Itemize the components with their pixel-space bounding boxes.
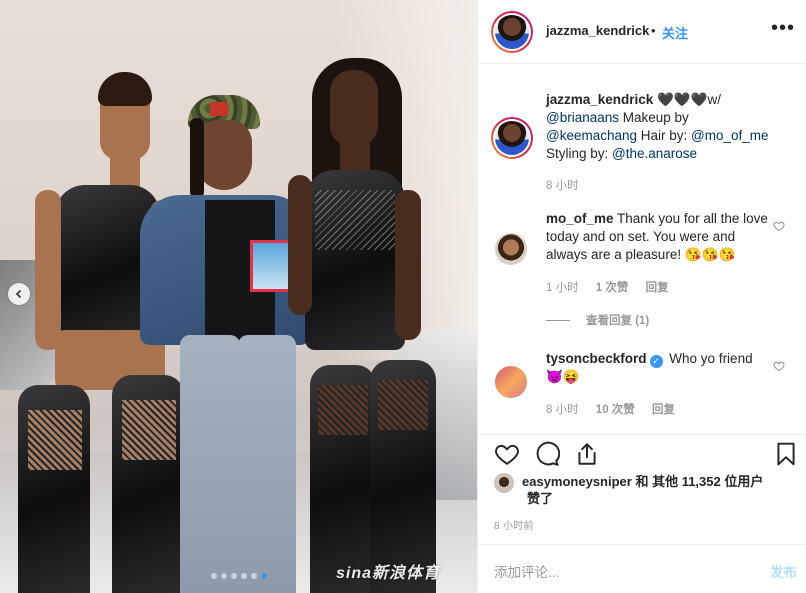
heart-icon[interactable]	[773, 220, 785, 232]
liker-username[interactable]: easymoneysniper	[522, 474, 632, 489]
caption-hearts: 🖤🖤🖤	[657, 92, 708, 107]
avatar	[495, 121, 529, 155]
reply-button[interactable]: 回复	[652, 404, 675, 416]
comment-meta: 1 小时 1 次赞 回复	[546, 279, 683, 295]
likes-line-2: 赞了	[527, 491, 554, 506]
mention-link[interactable]: @keemachang	[546, 128, 637, 143]
carousel-dot	[250, 573, 257, 579]
heart-icon[interactable]	[773, 360, 785, 372]
caption-meta: 8 小时	[546, 177, 593, 193]
comment-time: 1 小时	[546, 282, 579, 294]
carousel-dot	[240, 573, 247, 579]
carousel-dot	[230, 573, 237, 579]
comment-likes[interactable]: 1 次赞	[596, 282, 629, 294]
author-avatar-ring[interactable]	[491, 11, 533, 53]
likes-text: 和 其他	[631, 474, 682, 489]
share-icon[interactable]	[574, 441, 600, 467]
caption-time: 8 小时	[546, 180, 579, 192]
author-username[interactable]: jazzma_kendrick	[546, 23, 649, 38]
view-replies-label: 查看回复 (1)	[586, 315, 650, 327]
carousel-dot	[220, 573, 227, 579]
likes-line-1: easymoneysniper 和 其他 11,352 位用户	[522, 473, 763, 491]
mention-link[interactable]: @mo_of_me	[691, 128, 769, 143]
reply-button[interactable]: 回复	[646, 282, 669, 294]
separator-dot: •	[651, 23, 656, 38]
comment-text: mo_of_me Thank you for all the love toda…	[546, 210, 774, 264]
mention-link[interactable]: @brianaans	[546, 110, 619, 125]
add-comment-bar: 添加评论... 发布	[478, 544, 806, 593]
likes-count[interactable]: 11,352	[682, 474, 721, 489]
post-header: jazzma_kendrick • 关注 •••	[478, 0, 806, 64]
post-comment-button[interactable]: 发布	[770, 561, 797, 581]
avatar	[495, 15, 529, 49]
avatar[interactable]	[494, 473, 514, 493]
follow-button[interactable]: 关注	[662, 23, 688, 42]
avatar[interactable]	[495, 366, 527, 398]
comment-emoji: 😘😘😘	[684, 247, 736, 262]
comment-likes[interactable]: 10 次赞	[596, 404, 635, 416]
comment-text: tysoncbeckford ✓ Who yo friend 😈😝	[546, 350, 774, 386]
comment-body: Who yo friend	[669, 351, 753, 366]
carousel-dot	[210, 573, 217, 579]
post-photo[interactable]: sina新浪体育	[0, 0, 477, 593]
caption-username[interactable]: jazzma_kendrick	[546, 92, 653, 107]
likes-text: 位用户	[720, 474, 764, 489]
caption-text-part: Makeup by	[619, 110, 689, 125]
caption-text-part: Hair by:	[637, 128, 692, 143]
bookmark-icon[interactable]	[773, 441, 799, 467]
comment-meta: 8 小时 10 次赞 回复	[546, 401, 689, 417]
comments-list[interactable]: jazzma_kendrick 🖤🖤🖤w/ @brianaans Makeup …	[478, 64, 806, 434]
replies-divider	[546, 319, 570, 321]
avatar[interactable]	[495, 233, 527, 265]
action-bar	[478, 434, 806, 474]
watermark: sina新浪体育	[336, 565, 441, 582]
caption-text-part: w/	[707, 92, 722, 107]
mention-link[interactable]: @the.anarose	[612, 146, 697, 161]
post-timestamp[interactable]: 8 小时前	[494, 517, 534, 532]
verified-badge-icon: ✓	[649, 355, 663, 368]
comment-emoji: 😈😝	[546, 369, 580, 384]
comment-input[interactable]: 添加评论...	[494, 561, 559, 581]
carousel-dot-active	[260, 573, 267, 579]
comment-icon[interactable]	[534, 441, 560, 467]
heart-icon[interactable]	[494, 441, 520, 467]
caption-text-part: Styling by:	[546, 146, 613, 161]
comment-username[interactable]: mo_of_me	[546, 211, 614, 226]
post-side-panel: jazzma_kendrick • 关注 ••• jazzma_kendrick…	[477, 0, 806, 593]
view-replies-button[interactable]: 查看回复 (1)	[546, 312, 649, 328]
comment-username[interactable]: tysoncbeckford	[546, 351, 647, 366]
comment-time: 8 小时	[546, 404, 579, 416]
caption-avatar-ring[interactable]	[491, 117, 533, 159]
more-horizontal-icon[interactable]: •••	[771, 18, 795, 38]
chevron-left-icon[interactable]	[8, 283, 30, 305]
caption-text: jazzma_kendrick 🖤🖤🖤w/ @brianaans Makeup …	[546, 91, 774, 163]
